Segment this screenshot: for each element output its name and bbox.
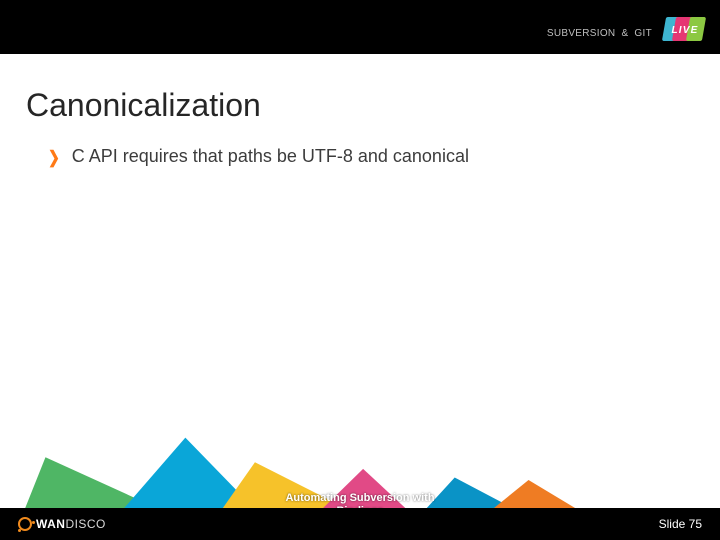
brand-git: GIT [634, 28, 652, 39]
live-label: LIVE [664, 15, 706, 45]
footer-line1: Automating Subversion with [250, 492, 470, 505]
wandisco-logo: WANDISCO [18, 517, 106, 531]
wandisco-mark-icon [18, 517, 32, 531]
brand-subversion: SUBVERSION [547, 28, 616, 39]
bullet-text: C API requires that paths be UTF-8 and c… [72, 146, 469, 167]
brand-top: SUBVERSION & GIT LIVE [547, 18, 706, 48]
slide: SUBVERSION & GIT LIVE Canonicalization ❯… [0, 0, 720, 540]
brand-ampersand: & [621, 28, 628, 39]
slide-title: Canonicalization [26, 87, 261, 124]
slide-label: Slide [659, 517, 686, 531]
logo-text-bold: WAN [36, 517, 65, 531]
wandisco-wordmark: WANDISCO [36, 517, 106, 531]
slide-number-value: 75 [689, 517, 702, 531]
slide-number: Slide 75 [659, 517, 702, 531]
bullet-row: ❯ C API requires that paths be UTF-8 and… [48, 146, 469, 167]
logo-text-light: DISCO [65, 517, 105, 531]
top-bar: SUBVERSION & GIT LIVE [0, 0, 720, 54]
bottom-bar: WANDISCO Slide 75 [0, 508, 720, 540]
chevron-right-icon: ❯ [48, 148, 60, 165]
live-logo: LIVE [664, 15, 706, 45]
